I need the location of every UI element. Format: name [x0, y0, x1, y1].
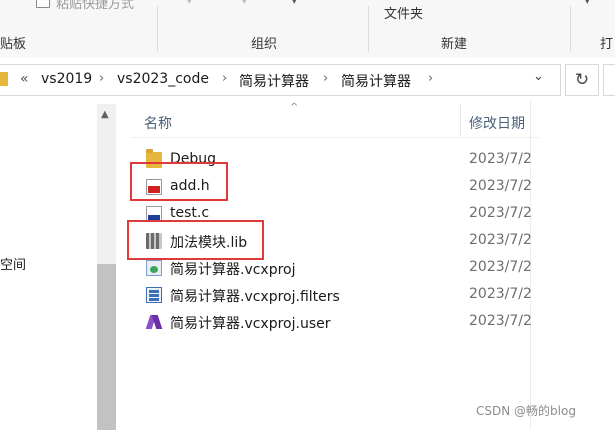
search-box[interactable] — [603, 64, 615, 96]
new-group-label: 新建 — [441, 37, 468, 52]
sort-ascending-icon: ^ — [290, 102, 299, 113]
breadcrumb-chevron-icon[interactable]: › — [428, 71, 433, 86]
file-date: 2023/7/2 — [469, 286, 531, 302]
breadcrumb-vs2023-code[interactable]: vs2023_code — [117, 71, 209, 87]
clipboard-group-label: 贴板 — [0, 37, 27, 52]
breadcrumb-vs2019[interactable]: vs2019 — [41, 71, 92, 87]
highlight-box-lib — [127, 220, 264, 260]
breadcrumb-calculator-current[interactable]: 简易计算器 — [341, 71, 411, 91]
column-divider[interactable] — [460, 104, 461, 136]
column-header-date-modified[interactable]: 修改日期 — [469, 113, 530, 133]
visual-studio-user-file-icon — [146, 314, 162, 330]
file-name: 简易计算器.vcxproj.filters — [170, 289, 340, 305]
scrollbar-thumb[interactable] — [97, 264, 116, 430]
column-header-name[interactable]: 名称 — [144, 113, 172, 133]
file-date: 2023/7/2 — [469, 178, 531, 194]
rename-dropdown-icon[interactable]: ▾ — [292, 0, 297, 7]
ribbon-divider — [368, 6, 369, 52]
file-row-vcxproj-filters[interactable]: 简易计算器.vcxproj.filters 2023/7/2 — [142, 282, 612, 308]
vc-project-file-icon — [146, 260, 162, 276]
project-filters-file-icon — [146, 287, 162, 303]
address-bar-row: « vs2019 › vs2023_code › 简易计算器 › 简易计算器 ›… — [0, 58, 615, 100]
file-row-vcxproj-user[interactable]: 简易计算器.vcxproj.user 2023/7/2 — [142, 309, 612, 335]
paste-shortcut-button[interactable]: 粘贴快捷方式 — [56, 0, 134, 12]
ribbon-divider — [570, 6, 571, 52]
breadcrumb-chevron-icon[interactable]: › — [323, 71, 328, 86]
file-date: 2023/7/2 — [469, 151, 531, 167]
nav-item-space[interactable]: 空间 — [0, 254, 26, 273]
file-name: 简易计算器.vcxproj.user — [170, 316, 331, 332]
highlight-box-add-h — [130, 162, 228, 201]
move-to-dropdown-icon[interactable]: ▾ — [187, 0, 192, 7]
file-name: test.c — [170, 205, 210, 221]
breadcrumb-chevron-icon[interactable]: › — [99, 71, 104, 86]
properties-dropdown-icon[interactable]: ▾ — [585, 0, 590, 7]
watermark-text: CSDN @畅的blog — [476, 404, 576, 418]
organize-group-label: 组织 — [251, 37, 278, 52]
file-date: 2023/7/2 — [469, 313, 531, 329]
new-folder-button[interactable]: 文件夹 — [384, 3, 423, 22]
scroll-up-arrow-icon[interactable]: ▲ — [101, 109, 109, 120]
breadcrumb-calculator-parent[interactable]: 简易计算器 — [239, 71, 309, 91]
file-date: 2023/7/2 — [469, 205, 531, 221]
ribbon-divider — [157, 6, 158, 52]
file-name: 简易计算器.vcxproj — [170, 262, 296, 278]
file-date: 2023/7/2 — [469, 259, 531, 275]
open-group-label: 打 — [600, 37, 614, 52]
breadcrumb-overflow-button[interactable]: « — [20, 71, 29, 87]
folder-icon — [0, 72, 8, 86]
nav-pane-scrollbar[interactable]: ▲ — [97, 104, 116, 430]
address-history-dropdown-icon[interactable]: ⌄ — [533, 69, 544, 84]
header-separator — [130, 137, 540, 138]
copy-to-dropdown-icon[interactable]: ▾ — [242, 0, 247, 7]
paste-shortcut-icon — [36, 0, 50, 8]
refresh-button[interactable]: ↻ — [565, 64, 599, 96]
ribbon: 粘贴快捷方式 贴板 ▾ ▾ ▾ 组织 文件夹 新建 ▾ 打 — [0, 0, 615, 59]
file-date: 2023/7/2 — [469, 232, 531, 248]
breadcrumb-chevron-icon[interactable]: › — [222, 71, 227, 86]
